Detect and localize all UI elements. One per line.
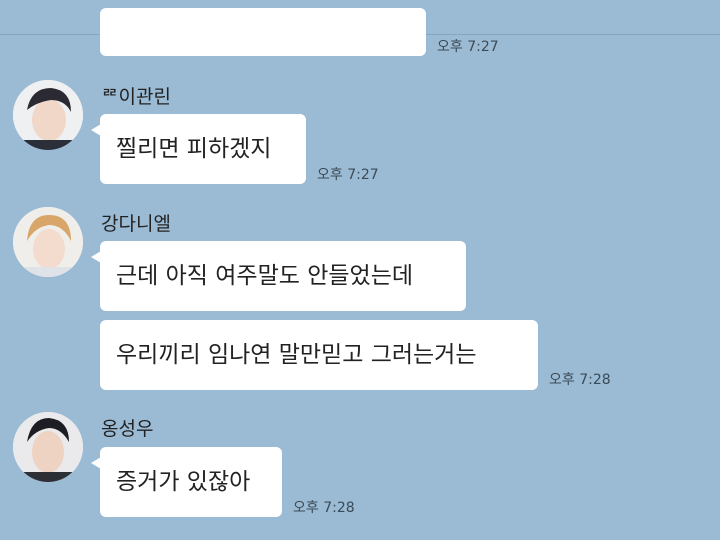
avatar-photo-icon xyxy=(13,412,83,482)
message-time: 오후 7:28 xyxy=(293,500,355,516)
sender-name: ᄙ이관린 xyxy=(101,86,171,108)
avatar-seongwu[interactable] xyxy=(13,412,83,482)
message-time: 오후 7:28 xyxy=(549,372,611,388)
avatar-photo-icon xyxy=(13,207,83,277)
message-time: 오후 7:27 xyxy=(317,167,379,183)
avatar-photo-icon xyxy=(13,80,83,150)
message-bubble[interactable]: 우리끼리 임나연 말만믿고 그러는거는 xyxy=(100,320,538,390)
sender-name: 강다니엘 xyxy=(101,213,171,235)
message-time: 오후 7:27 xyxy=(437,39,499,55)
avatar-guanlin[interactable] xyxy=(13,80,83,150)
sender-name: 옹성우 xyxy=(101,418,154,440)
avatar-daniel[interactable] xyxy=(13,207,83,277)
message-bubble[interactable]: 찔리면 피하겠지 xyxy=(91,114,306,184)
message-bubble[interactable]: 증거가 있잖아 xyxy=(91,447,282,517)
message-bubble-partial[interactable] xyxy=(100,8,426,56)
message-bubble[interactable]: 근데 아직 여주말도 안들었는데 xyxy=(91,241,466,311)
